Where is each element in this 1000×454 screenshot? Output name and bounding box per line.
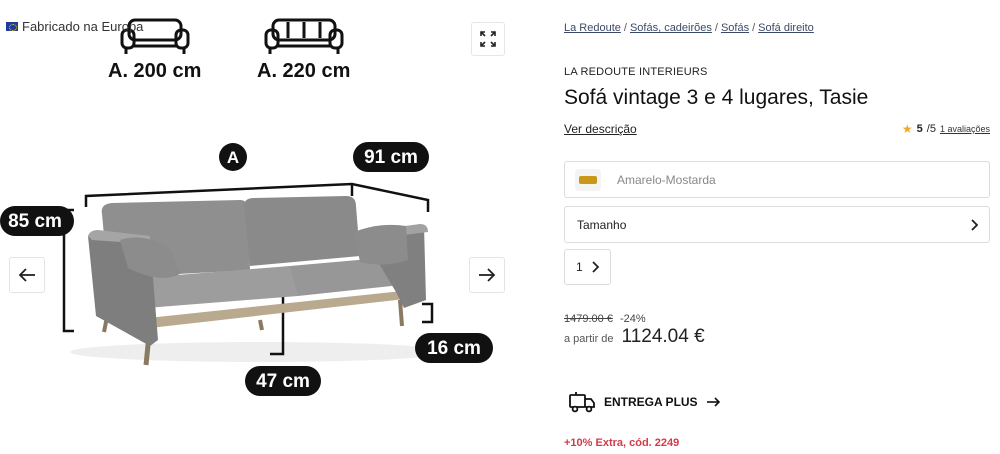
expand-image-button[interactable] — [471, 22, 505, 56]
chevron-right-icon — [592, 261, 600, 273]
product-brand[interactable]: LA REDOUTE INTERIEURS — [564, 66, 708, 78]
discount-badge: -24% — [620, 313, 646, 325]
dimension-marker-a: A — [227, 148, 239, 167]
color-selector[interactable]: Amarelo-Mostarda — [564, 161, 990, 198]
breadcrumb-item-sofa-direito[interactable]: Sofá direito — [758, 22, 814, 34]
breadcrumb-separator: / — [752, 22, 756, 34]
dimension-leg-height-label: 16 cm — [427, 338, 481, 359]
size-selector[interactable]: Tamanho — [564, 206, 990, 243]
current-price: 1124.04 € — [621, 326, 705, 347]
see-description-link[interactable]: Ver descrição — [564, 122, 637, 136]
quantity-value: 1 — [576, 260, 583, 274]
breadcrumb-item-sofas-cadeiroes[interactable]: Sofás, cadeirões — [630, 22, 712, 34]
rating-score: 5 — [916, 123, 923, 135]
breadcrumb-item-sofas[interactable]: Sofás — [721, 22, 749, 34]
sofa-product-image: A 91 cm 85 cm 47 cm 16 cm — [0, 142, 493, 396]
made-in-europe-badge: Fabricado na Europa — [6, 19, 143, 34]
product-rating[interactable]: ★ 5 /5 1 avaliações — [902, 122, 990, 136]
breadcrumb: La Redoute / Sofás, cadeirões / Sofás / Sofá d… — [564, 22, 814, 34]
breadcrumb-separator: / — [714, 22, 718, 34]
arrow-right-icon — [479, 268, 496, 282]
chevron-right-icon — [971, 218, 979, 231]
made-in-label: Fabricado na Europa — [22, 19, 144, 34]
price-prefix: a partir de — [564, 333, 614, 345]
price-row: a partir de 1124.04 € — [564, 326, 705, 348]
size-option-220[interactable]: A. 220 cm — [257, 18, 350, 83]
old-price: 1479.00 € — [564, 313, 613, 325]
expand-icon — [480, 31, 496, 47]
previous-image-button[interactable] — [9, 257, 45, 293]
product-info-panel: La Redoute / Sofás, cadeirões / Sofás / Sofá d… — [564, 0, 990, 454]
sofa-swatch-icon — [579, 175, 597, 184]
breadcrumb-item-home[interactable]: La Redoute — [564, 22, 621, 34]
size-option-label: A. 200 cm — [108, 60, 202, 82]
product-title: Sofá vintage 3 e 4 lugares, Tasie — [564, 86, 869, 109]
old-price-row: 1479.00 € -24% — [564, 313, 646, 325]
arrow-left-icon — [18, 268, 35, 282]
sofa-4-seat-icon — [264, 18, 344, 54]
delivery-truck-icon — [569, 392, 595, 413]
eu-flag-icon — [6, 22, 18, 31]
quantity-selector[interactable]: 1 — [564, 249, 611, 285]
product-gallery: Fabricado na Europa A. 200 cm A. 220 cm — [0, 0, 530, 454]
rating-max: /5 — [926, 123, 936, 135]
breadcrumb-separator: / — [623, 22, 627, 34]
promo-code: +10% Extra, cód. 2249 — [564, 437, 680, 449]
arrow-right-icon — [706, 397, 720, 407]
size-option-label: A. 220 cm — [257, 60, 351, 82]
size-label: Tamanho — [577, 217, 627, 232]
dimension-height-label: 85 cm — [8, 211, 62, 232]
next-image-button[interactable] — [469, 257, 505, 293]
color-label: Amarelo-Mostarda — [617, 172, 716, 187]
color-swatch — [575, 168, 601, 191]
delivery-label: ENTREGA PLUS — [604, 395, 698, 409]
reviews-link[interactable]: 1 avaliações — [940, 124, 990, 134]
star-icon: ★ — [901, 122, 913, 136]
dimension-depth-label: 91 cm — [364, 147, 418, 168]
dimension-seat-height-label: 47 cm — [256, 371, 310, 392]
delivery-plus-link[interactable]: ENTREGA PLUS — [568, 391, 720, 413]
